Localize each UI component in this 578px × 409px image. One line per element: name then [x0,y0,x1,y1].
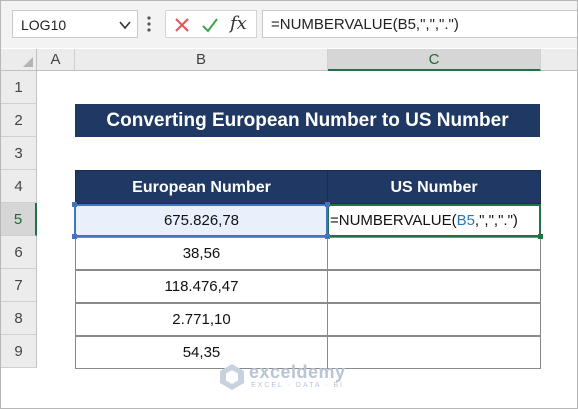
fill-handle[interactable] [538,234,543,239]
chevron-down-icon[interactable] [118,18,132,32]
cancel-icon[interactable] [172,15,192,35]
row-header-9[interactable]: 9 [1,335,37,368]
header-us-number[interactable]: US Number [327,170,541,204]
formula-actions: fx [165,10,257,38]
cell-b6[interactable]: 38,56 [75,237,328,270]
reference-highlight [74,204,328,237]
cell-c8[interactable] [327,303,541,336]
name-box[interactable]: LOG10 [12,10,138,38]
edit-suffix: ,",",".") [474,212,518,229]
exceldemy-watermark: exceldemy EXCEL · DATA · BI [219,361,369,395]
column-header-c[interactable]: C [328,49,541,71]
row-header-5[interactable]: 5 [1,203,37,236]
header-european-number[interactable]: European Number [75,170,328,204]
formula-text: =NUMBERVALUE(B5,",",".") [271,16,459,33]
edit-cell-reference: B5 [456,212,475,229]
cell-b8[interactable]: 2.771,10 [75,303,328,336]
row-header-8[interactable]: 8 [1,302,37,335]
formula-bar: LOG10 fx =NUMBERVALUE(B5,",",".") [1,1,577,48]
cell-c7[interactable] [327,270,541,303]
formula-input[interactable]: =NUMBERVALUE(B5,",",".") [262,10,577,38]
row-header-7[interactable]: 7 [1,269,37,302]
name-box-value: LOG10 [21,17,67,33]
sheet-title[interactable]: Converting European Number to US Number [75,104,540,137]
cell-b7[interactable]: 118.476,47 [75,270,328,303]
select-all-corner[interactable] [1,49,37,71]
row-header-1[interactable]: 1 [1,71,37,104]
watermark-tagline: EXCEL · DATA · BI [251,382,344,389]
more-options-icon[interactable] [147,15,151,33]
cell-c6[interactable] [327,237,541,270]
resize-handle[interactable] [72,202,77,207]
row-header-2[interactable]: 2 [1,104,37,137]
column-header-d[interactable] [541,49,577,71]
exceldemy-logo-icon [220,364,244,390]
resize-handle[interactable] [325,234,330,239]
excel-window: LOG10 fx =NUMBERVALUE(B5,",",".") A B C … [0,0,578,409]
resize-handle[interactable] [325,202,330,207]
resize-handle[interactable] [72,234,77,239]
insert-function-icon[interactable]: fx [230,13,247,34]
watermark-name: exceldemy [249,362,346,382]
edit-prefix: =NUMBERVALUE( [330,212,457,229]
row-header-6[interactable]: 6 [1,236,37,269]
row-header-4[interactable]: 4 [1,170,37,203]
row-header-3[interactable]: 3 [1,137,37,170]
cell-c5-editing[interactable]: =NUMBERVALUE(B5,",",".") [327,204,541,237]
column-header-b[interactable]: B [75,49,328,71]
column-header-a[interactable]: A [37,49,75,71]
enter-check-icon[interactable] [200,15,220,35]
